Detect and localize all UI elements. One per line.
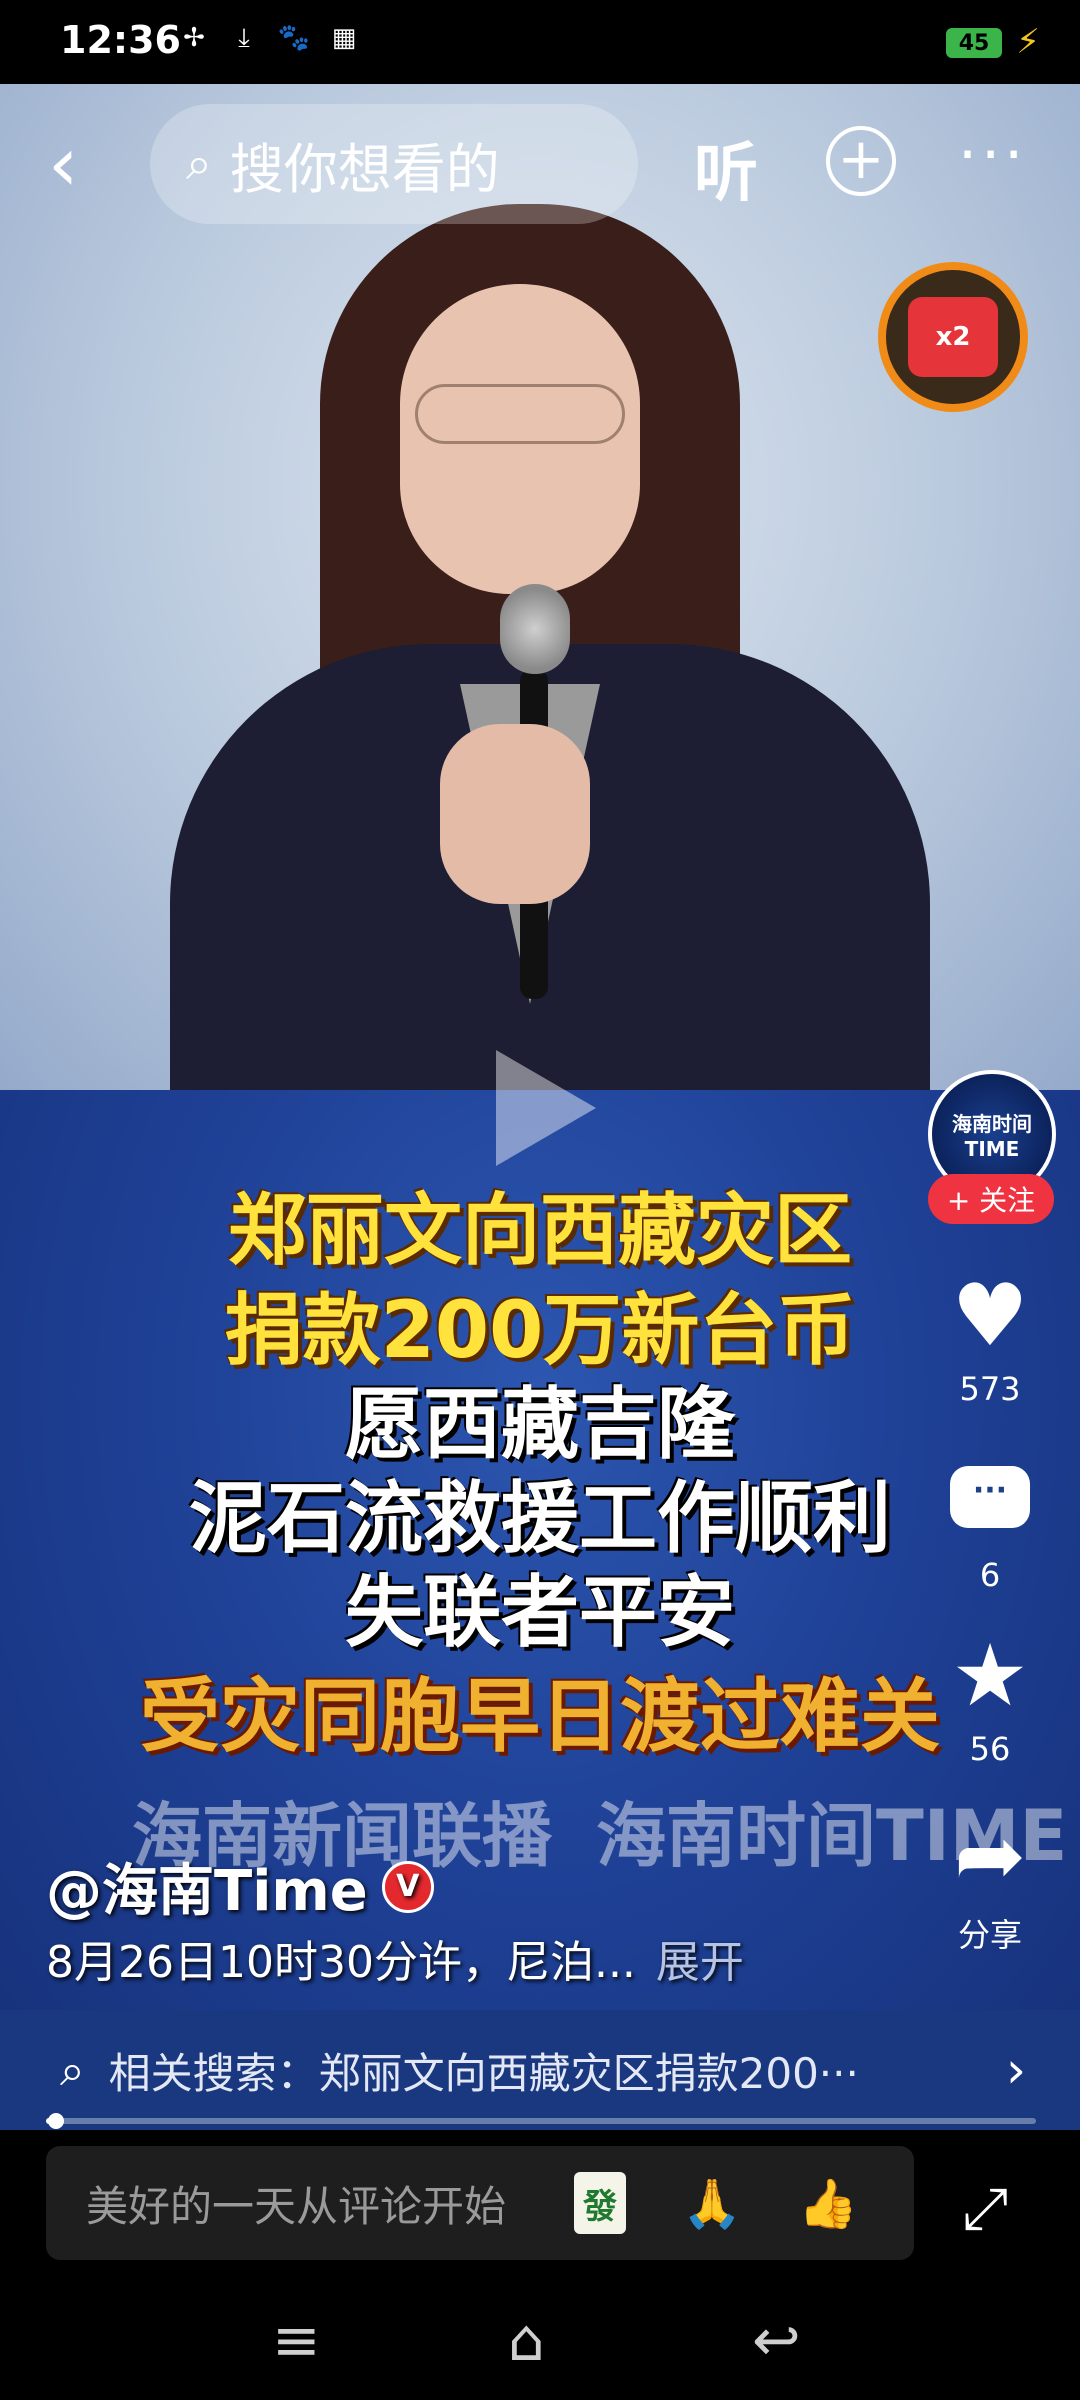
caption-line-6: 受灾同胞早日渡过难关 xyxy=(140,1670,940,1763)
related-search-bar[interactable]: ⌕ 相关搜索：郑丽文向西藏灾区捐款200··· › xyxy=(0,2010,1080,2130)
baidu-icon: 🐾 xyxy=(277,23,311,53)
microphone xyxy=(500,584,570,674)
comment-placeholder: 美好的一天从评论开始 xyxy=(86,2181,507,2231)
reward-redpacket[interactable]: x2 xyxy=(878,262,1028,412)
status-time: 12:36 xyxy=(60,18,181,62)
like-button[interactable]: ♥ 573 xyxy=(940,1268,1040,1408)
description-text: 8月26日10时30分许，尼泊... xyxy=(46,1937,636,1988)
comment-icon: ··· xyxy=(950,1466,1030,1528)
expand-link[interactable]: 展开 xyxy=(656,1937,744,1988)
comment-input[interactable]: 美好的一天从评论开始 發 🙏 👍 xyxy=(46,2146,914,2260)
fullscreen-icon[interactable]: ⤢ xyxy=(962,2174,1008,2243)
redpacket-icon: x2 xyxy=(908,297,998,377)
video-progress-bar[interactable] xyxy=(46,2113,1036,2129)
share-icon: ➦ xyxy=(953,1806,1027,1906)
download-icon: ⤓ xyxy=(238,22,250,53)
home-icon[interactable]: ⌂ xyxy=(508,2306,545,2374)
status-icons: ✢ ⤓ 🐾 ▦ xyxy=(178,22,360,54)
presenter-hand xyxy=(440,724,590,904)
author-name: @海南Time xyxy=(46,1859,368,1924)
play-icon[interactable] xyxy=(496,1050,596,1166)
search-icon: ⌕ xyxy=(186,136,212,190)
listen-button[interactable]: 听 xyxy=(694,122,758,214)
add-icon[interactable]: + xyxy=(826,126,896,196)
heart-icon: ♥ xyxy=(951,1266,1029,1366)
comment-button[interactable]: ··· 6 xyxy=(940,1448,1040,1594)
thumbs-up-emoji-icon[interactable]: 👍 xyxy=(798,2173,858,2233)
calendar-icon: ▦ xyxy=(331,23,357,53)
presenter-glasses xyxy=(415,384,625,444)
caption-line-1: 郑丽文向西藏灾区 xyxy=(227,1186,852,1276)
mahjong-emoji-icon[interactable]: 發 xyxy=(574,2172,626,2234)
video-description[interactable]: 8月26日10时30分许，尼泊... 展开 xyxy=(46,1926,744,1990)
star-icon: ★ xyxy=(951,1626,1029,1726)
comment-bar: 美好的一天从评论开始 發 🙏 👍 ⤢ xyxy=(0,2130,1080,2280)
related-search-text: 相关搜索：郑丽文向西藏灾区捐款200··· xyxy=(108,2048,859,2098)
more-icon[interactable]: ··· xyxy=(958,120,1027,190)
search-placeholder: 搜你想看的 xyxy=(229,137,500,201)
search-icon: ⌕ xyxy=(60,2044,85,2096)
like-count: 573 xyxy=(959,1370,1021,1408)
praying-hands-emoji-icon[interactable]: 🙏 xyxy=(682,2173,742,2233)
back-nav-icon[interactable]: ↩ xyxy=(752,2306,801,2374)
charging-icon: ⚡ xyxy=(1016,22,1040,62)
follow-button[interactable]: + 关注 xyxy=(928,1174,1054,1224)
chevron-right-icon: › xyxy=(1006,2041,1026,2099)
status-bar: 12:36 ✢ ⤓ 🐾 ▦ 45 ⚡ xyxy=(0,0,1080,84)
verified-icon: V xyxy=(381,1860,434,1913)
avatar-text: 海南时间TIME xyxy=(952,1111,1032,1161)
search-bar[interactable]: ⌕ 搜你想看的 xyxy=(150,104,638,224)
progress-knob[interactable] xyxy=(47,2113,64,2129)
share-button[interactable]: ➦ 分享 xyxy=(940,1808,1040,1956)
menu-icon[interactable]: ≡ xyxy=(272,2306,321,2374)
share-label: 分享 xyxy=(957,1916,1022,1954)
comment-count: 6 xyxy=(979,1556,1001,1594)
favorite-count: 56 xyxy=(969,1730,1011,1768)
video-frame-upper xyxy=(0,84,1080,1104)
author-name-row[interactable]: @海南Time V xyxy=(46,1846,434,1927)
system-nav-bar: ≡ ⌂ ↩ xyxy=(0,2280,1080,2400)
fan-icon: ✢ xyxy=(183,23,205,53)
favorite-button[interactable]: ★ 56 xyxy=(940,1628,1040,1768)
caption-line-5: 失联者平安 xyxy=(344,1568,735,1658)
battery-icon: 45 xyxy=(946,28,1002,58)
back-icon[interactable]: ‹ xyxy=(48,126,78,202)
